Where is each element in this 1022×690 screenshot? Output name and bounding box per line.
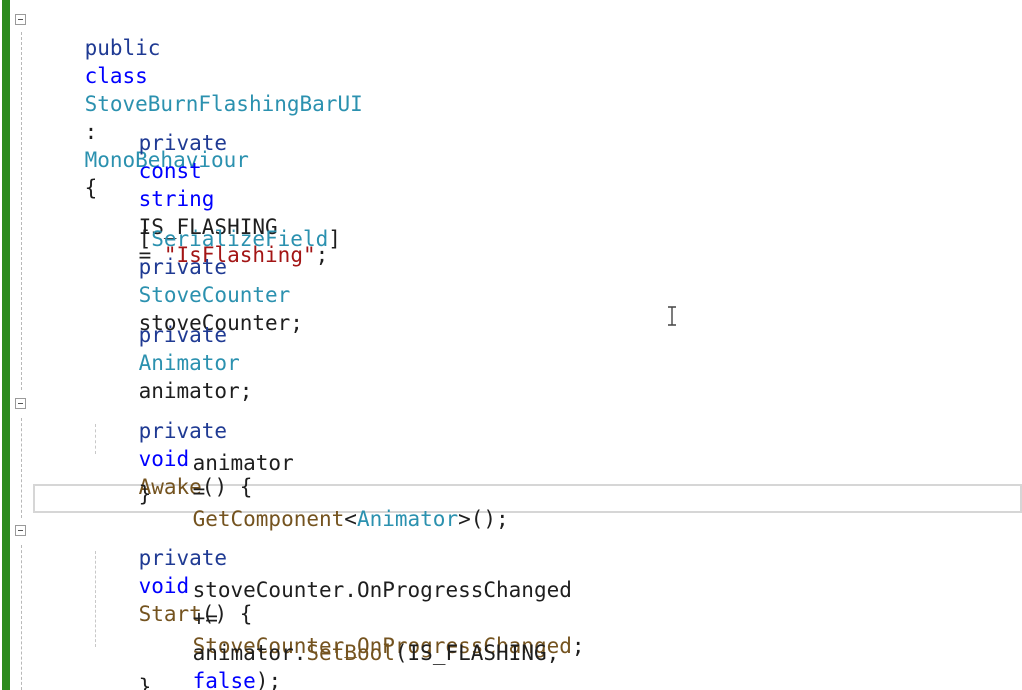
generic-close: >();	[458, 507, 509, 531]
collapse-awake-icon[interactable]	[15, 398, 26, 409]
keyword-false: false	[192, 669, 256, 690]
args-close: );	[255, 669, 282, 690]
code-line-animator-field[interactable]: private Animator animator;	[88, 293, 253, 403]
keyword-const: const	[138, 159, 202, 183]
code-line-awake-signature[interactable]: private void Awake() {	[88, 389, 253, 499]
code-editor[interactable]: public class StoveBurnFlashingBarUI : Mo…	[0, 0, 1022, 690]
outline-guide	[21, 545, 22, 690]
code-line-event-subscribe[interactable]: stoveCounter.OnProgressChanged += StoveC…	[142, 548, 585, 658]
keyword-private: private	[138, 323, 228, 347]
call-target: animator.	[192, 641, 307, 665]
i-beam-cursor-icon	[666, 306, 678, 326]
collapse-class-icon[interactable]	[15, 14, 26, 25]
code-line-set-bool[interactable]: animator.SetBool(IS_FLASHING, false);	[142, 611, 560, 690]
code-line-start-signature[interactable]: private void Start() {	[88, 516, 253, 626]
code-line-close-brace[interactable]: }	[88, 452, 152, 506]
event-target: stoveCounter.OnProgressChanged	[192, 578, 572, 602]
attribute-name: SerializeField	[151, 227, 329, 251]
generic-type: Animator	[356, 507, 459, 531]
close-brace: }	[138, 482, 152, 506]
args-open: (IS_FLASHING,	[394, 641, 560, 665]
collapse-start-icon[interactable]	[15, 525, 26, 536]
params: () {	[201, 475, 253, 499]
keyword-public: public	[84, 36, 161, 60]
generic-open: <	[344, 507, 357, 531]
change-tracking-bar	[2, 0, 10, 690]
code-line-serialized-field[interactable]: [SerializeField] private StoveCounter st…	[88, 197, 341, 335]
keyword-private: private	[138, 255, 228, 279]
close-brace: }	[138, 675, 152, 690]
outline-guide	[21, 32, 22, 390]
assign-operator: =	[192, 479, 206, 503]
close-bracket: ]	[328, 227, 341, 251]
keyword-class: class	[84, 64, 148, 88]
assign-target: animator	[192, 451, 294, 475]
code-line-get-component[interactable]: animator = GetComponent<Animator>();	[142, 421, 509, 531]
keyword-private: private	[138, 131, 228, 155]
open-bracket: [	[138, 227, 152, 251]
code-line-const-field[interactable]: private const string IS_FLASHING = "IsFl…	[88, 101, 329, 267]
semicolon: ;	[571, 634, 585, 658]
method-call: SetBool	[306, 641, 395, 665]
outline-guide	[21, 418, 22, 518]
type-name: Animator	[138, 351, 240, 375]
code-line-close-brace[interactable]: }	[88, 645, 152, 690]
code-line-class-declaration[interactable]: public class StoveBurnFlashingBarUI : Mo…	[34, 6, 363, 200]
